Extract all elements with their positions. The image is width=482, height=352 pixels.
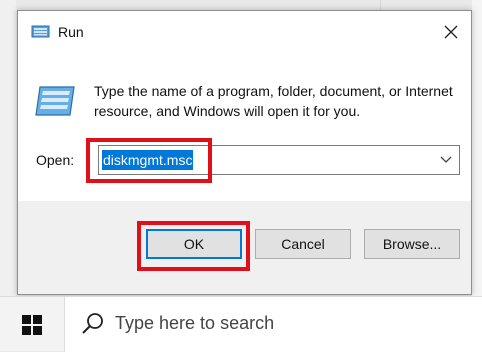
run-icon xyxy=(31,25,50,38)
dialog-description: Type the name of a program, folder, docu… xyxy=(94,83,453,119)
desktop-background-right xyxy=(472,0,482,300)
close-icon xyxy=(444,25,458,39)
search-icon xyxy=(82,313,103,334)
highlight-ok-button xyxy=(137,221,250,271)
start-button[interactable] xyxy=(0,297,64,352)
taskbar-search-box[interactable]: Type here to search xyxy=(64,297,482,352)
open-label: Open: xyxy=(36,152,75,168)
dialog-title: Run xyxy=(58,24,84,40)
desktop-background-left xyxy=(0,0,16,300)
taskbar: Type here to search xyxy=(0,296,482,352)
windows-start-icon xyxy=(22,314,42,335)
cancel-button[interactable]: Cancel xyxy=(255,229,351,259)
title-bar[interactable]: Run xyxy=(18,11,471,53)
highlight-open-input xyxy=(86,138,212,183)
search-placeholder: Type here to search xyxy=(115,313,275,333)
chevron-down-icon[interactable] xyxy=(439,152,453,166)
run-icon xyxy=(35,86,75,116)
browse-button[interactable]: Browse... xyxy=(364,229,460,259)
close-button[interactable] xyxy=(437,19,465,45)
